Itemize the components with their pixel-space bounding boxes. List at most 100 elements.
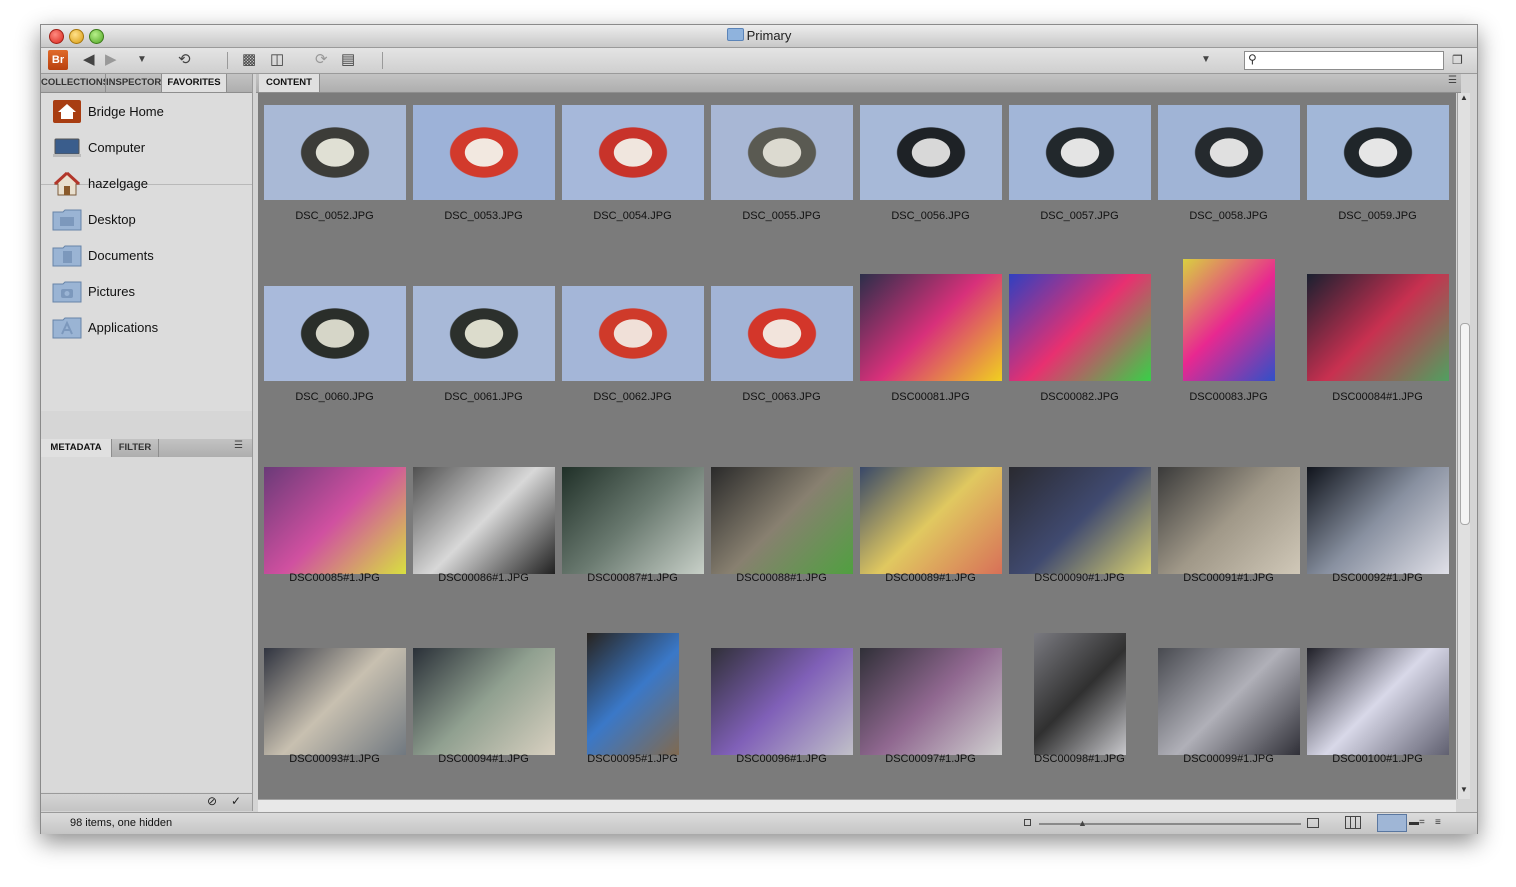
thumbnail-cell[interactable]: DSC_0062.JPG [558,274,707,455]
tab-favorites[interactable]: FAVORITES [162,74,227,92]
image-thumbnail[interactable] [1158,105,1300,200]
image-thumbnail[interactable] [413,286,555,381]
thumbnail-cell[interactable]: DSC00090#1.JPG [1005,455,1154,636]
image-thumbnail[interactable] [711,286,853,381]
thumbnail-cell[interactable]: DSC00083.JPG [1154,259,1303,455]
favorite-applications[interactable]: Applications [41,310,252,346]
image-thumbnail[interactable] [860,467,1002,574]
scroll-up-icon[interactable]: ▲ [1460,93,1468,102]
image-thumbnail[interactable] [860,274,1002,381]
checkmark-icon[interactable]: ✓ [231,794,241,808]
thumbnail-cell[interactable]: DSC00091#1.JPG [1154,455,1303,636]
thumbnail-cell[interactable]: DSC_0061.JPG [409,274,558,455]
image-thumbnail[interactable] [1009,105,1151,200]
clear-filter-icon[interactable]: ⊘ [207,794,217,808]
image-thumbnail[interactable] [1307,274,1449,381]
thumbnail-cell[interactable]: DSC00095#1.JPG [558,633,707,799]
thumbnail-cell[interactable]: DSC_0059.JPG [1303,93,1452,274]
large-thumbnail-icon[interactable] [1307,818,1319,828]
image-thumbnail[interactable] [1158,648,1300,755]
refine-icon[interactable]: ◫ [270,51,284,69]
image-thumbnail[interactable] [264,286,406,381]
thumbnail-cell[interactable]: DSC00089#1.JPG [856,455,1005,636]
thumbnail-cell[interactable]: DSC00088#1.JPG [707,455,856,636]
image-thumbnail[interactable] [1158,467,1300,574]
panel-menu-icon[interactable]: ☰ [234,440,243,451]
image-thumbnail[interactable] [264,105,406,200]
compact-mode-icon[interactable]: ❐ [1452,51,1463,69]
thumbnail-cell[interactable]: DSC00096#1.JPG [707,636,856,799]
image-thumbnail[interactable] [711,105,853,200]
slider-knob[interactable]: ▲ [1078,818,1087,828]
scroll-down-icon[interactable]: ▼ [1460,785,1468,794]
open-in-camera-raw-icon[interactable]: ▤ [341,51,355,69]
view-as-thumbnails-button[interactable] [1377,814,1407,832]
image-thumbnail[interactable] [1307,648,1449,755]
image-thumbnail[interactable] [562,105,704,200]
image-thumbnail[interactable] [1009,467,1151,574]
lock-grid-icon[interactable] [1345,816,1361,829]
tab-inspector[interactable]: INSPECTOR [106,74,162,92]
thumbnail-cell[interactable]: DSC00094#1.JPG [409,636,558,799]
get-photos-icon[interactable]: ▩ [242,51,256,69]
thumbnail-cell[interactable]: DSC00100#1.JPG [1303,636,1452,799]
thumbnail-cell[interactable]: DSC_0052.JPG [260,93,409,274]
image-thumbnail[interactable] [1183,259,1275,381]
image-thumbnail[interactable] [860,648,1002,755]
favorite-computer[interactable]: Computer [41,130,252,166]
favorite-desktop[interactable]: Desktop [41,202,252,238]
scroll-thumb[interactable] [1460,323,1470,525]
content-menu-icon[interactable]: ☰ [1448,75,1457,86]
bridge-logo[interactable]: Br [48,50,68,70]
thumbnail-cell[interactable]: DSC00086#1.JPG [409,455,558,636]
image-thumbnail[interactable] [264,648,406,755]
thumbnail-cell[interactable]: DSC_0056.JPG [856,93,1005,274]
thumbnail-cell[interactable]: DSC_0063.JPG [707,274,856,455]
thumbnail-cell[interactable]: DSC00085#1.JPG [260,455,409,636]
view-as-list-icon[interactable]: ≡ [1435,817,1441,828]
image-thumbnail[interactable] [413,105,555,200]
thumbnail-cell[interactable]: DSC00099#1.JPG [1154,636,1303,799]
rotate-icon[interactable]: ⟳ [315,51,328,69]
favorite-bridge-home[interactable]: Bridge Home [41,94,252,130]
view-as-details-icon[interactable]: ▬= [1409,817,1425,828]
tab-content[interactable]: CONTENT [259,74,320,92]
image-thumbnail[interactable] [711,467,853,574]
small-thumbnail-icon[interactable] [1024,819,1031,826]
tab-filter[interactable]: FILTER [112,439,159,457]
thumbnail-cell[interactable]: DSC00087#1.JPG [558,455,707,636]
image-thumbnail[interactable] [1034,633,1126,755]
workspace-dropdown-icon[interactable]: ▼ [1201,51,1211,69]
thumbnail-cell[interactable]: DSC_0060.JPG [260,274,409,455]
thumbnail-cell[interactable]: DSC00093#1.JPG [260,636,409,799]
thumbnail-cell[interactable]: DSC00097#1.JPG [856,636,1005,799]
thumbnail-cell[interactable]: DSC00084#1.JPG [1303,274,1452,455]
image-thumbnail[interactable] [562,467,704,574]
image-thumbnail[interactable] [711,648,853,755]
reveal-recent-icon[interactable]: ⟲ [178,51,191,69]
image-thumbnail[interactable] [1307,467,1449,574]
image-thumbnail[interactable] [1307,105,1449,200]
thumbnail-cell[interactable]: DSC00098#1.JPG [1005,633,1154,799]
thumbnail-cell[interactable]: DSC00082.JPG [1005,274,1154,455]
image-thumbnail[interactable] [413,467,555,574]
thumbnail-cell[interactable]: DSC_0053.JPG [409,93,558,274]
favorite-hazelgage[interactable]: hazelgage [41,166,252,202]
horizontal-scrollbar[interactable] [258,799,1456,812]
image-thumbnail[interactable] [587,633,679,755]
image-thumbnail[interactable] [860,105,1002,200]
image-thumbnail[interactable] [1009,274,1151,381]
tab-collections[interactable]: COLLECTIONS [41,74,106,92]
search-input[interactable] [1263,53,1437,68]
image-thumbnail[interactable] [264,467,406,574]
search-field[interactable]: ⚲ [1244,51,1444,70]
back-arrow-icon[interactable]: ◀ [83,51,95,69]
favorite-documents[interactable]: Documents [41,238,252,274]
vertical-scrollbar[interactable]: ▲ ▼ [1457,93,1470,799]
image-thumbnail[interactable] [562,286,704,381]
forward-arrow-icon[interactable]: ▶ [105,51,117,69]
thumbnail-cell[interactable]: DSC_0054.JPG [558,93,707,274]
thumbnail-cell[interactable]: DSC_0057.JPG [1005,93,1154,274]
thumbnail-cell[interactable]: DSC_0055.JPG [707,93,856,274]
favorite-pictures[interactable]: Pictures [41,274,252,310]
